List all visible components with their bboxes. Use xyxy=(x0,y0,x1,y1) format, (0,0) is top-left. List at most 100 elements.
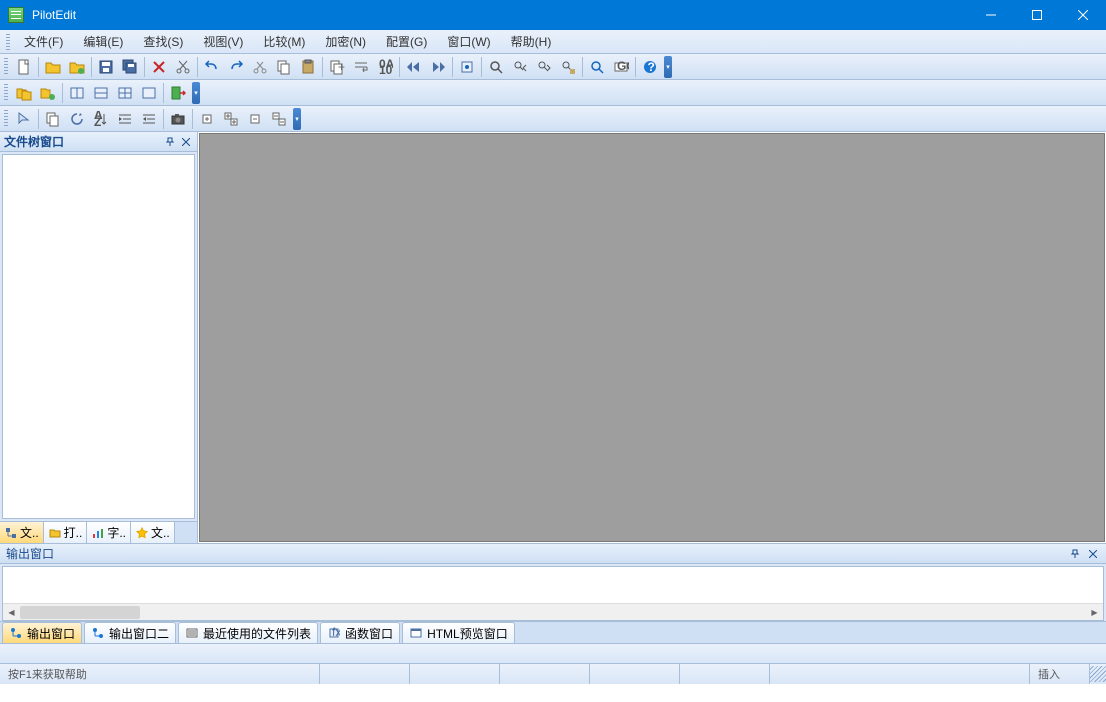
sidebar-tab-0[interactable]: 文.. xyxy=(0,522,44,543)
grip-icon xyxy=(6,34,10,50)
output-tab-3[interactable]: fx函数窗口 xyxy=(320,622,400,643)
expand-button[interactable] xyxy=(196,108,218,130)
tree-icon xyxy=(4,526,18,540)
paste-button[interactable] xyxy=(297,56,319,78)
first-button[interactable] xyxy=(403,56,425,78)
output-tab-2[interactable]: 最近使用的文件列表 xyxy=(178,622,318,643)
wordwrap-button[interactable] xyxy=(350,56,372,78)
sidebar-tab-1[interactable]: 打.. xyxy=(44,522,88,543)
screenshot-button[interactable] xyxy=(167,108,189,130)
sidebar-tab-2[interactable]: 字.. xyxy=(87,522,131,543)
toolbar-overflow[interactable] xyxy=(664,56,672,78)
save-button[interactable] xyxy=(95,56,117,78)
exit-button[interactable] xyxy=(167,82,189,104)
scroll-right-icon[interactable]: ▶ xyxy=(1086,604,1103,621)
sort-button[interactable]: AZ xyxy=(90,108,112,130)
scroll-thumb[interactable] xyxy=(20,606,140,619)
horizontal-scrollbar[interactable]: ◀ ▶ xyxy=(3,603,1103,620)
file-tree-title: 文件树窗口 xyxy=(4,133,161,150)
editor-area[interactable] xyxy=(199,133,1105,542)
output-title: 输出窗口 xyxy=(6,545,1068,562)
split-view4-button[interactable] xyxy=(138,82,160,104)
hint-bar xyxy=(0,643,1106,663)
menu-view[interactable]: 视图(V) xyxy=(193,30,253,53)
compare-merge-button[interactable] xyxy=(37,82,59,104)
file-tree-header: 文件树窗口 xyxy=(0,132,197,152)
cut-button[interactable] xyxy=(172,56,194,78)
expand-all-button[interactable] xyxy=(220,108,242,130)
indent-button[interactable] xyxy=(114,108,136,130)
copy-append-button[interactable]: + xyxy=(326,56,348,78)
help-button[interactable]: ? xyxy=(639,56,661,78)
sidebar-tab-3[interactable]: 文.. xyxy=(131,522,175,543)
delete-button[interactable] xyxy=(148,56,170,78)
collapse-button[interactable] xyxy=(244,108,266,130)
redo-button[interactable] xyxy=(225,56,247,78)
split-view3-button[interactable] xyxy=(114,82,136,104)
select-button[interactable] xyxy=(13,108,35,130)
menu-compare[interactable]: 比较(M) xyxy=(253,30,315,53)
copy-line-button[interactable] xyxy=(42,108,64,130)
find-prev-button[interactable] xyxy=(509,56,531,78)
file-tree-body[interactable] xyxy=(2,154,195,519)
menu-edit[interactable]: 编辑(E) xyxy=(73,30,133,53)
app-icon xyxy=(8,7,24,23)
split-view1-button[interactable] xyxy=(66,82,88,104)
scroll-left-icon[interactable]: ◀ xyxy=(3,604,20,621)
split-view2-button[interactable] xyxy=(90,82,112,104)
menu-config[interactable]: 配置(G) xyxy=(376,30,437,53)
copy-button[interactable] xyxy=(273,56,295,78)
output-icon xyxy=(9,626,23,640)
open-button[interactable] xyxy=(42,56,64,78)
compare-files-button[interactable] xyxy=(13,82,35,104)
output-icon xyxy=(91,626,105,640)
status-cell xyxy=(590,664,680,684)
toolbar-compare xyxy=(0,80,1106,106)
grip-icon xyxy=(4,84,8,102)
menu-encrypt[interactable]: 加密(N) xyxy=(315,30,376,53)
minimize-button[interactable] xyxy=(968,0,1014,30)
replace-button[interactable] xyxy=(557,56,579,78)
hex-button[interactable]: 0A10 xyxy=(374,56,396,78)
open-folder-button[interactable] xyxy=(66,56,88,78)
collapse-all-button[interactable] xyxy=(268,108,290,130)
output-body[interactable]: ◀ ▶ xyxy=(2,566,1104,621)
menu-help[interactable]: 帮助(H) xyxy=(501,30,562,53)
close-panel-icon[interactable] xyxy=(179,135,193,149)
resize-grip-icon[interactable] xyxy=(1090,666,1106,682)
maximize-button[interactable] xyxy=(1014,0,1060,30)
chart-icon xyxy=(91,526,105,540)
menu-find[interactable]: 查找(S) xyxy=(133,30,193,53)
output-tab-0[interactable]: 输出窗口 xyxy=(2,622,82,643)
output-tab-4[interactable]: HTML预览窗口 xyxy=(402,622,515,643)
file-tree-panel: 文件树窗口 文.. 打.. 字.. 文.. xyxy=(0,132,198,543)
find-button[interactable] xyxy=(485,56,507,78)
status-cell xyxy=(500,664,590,684)
status-cell xyxy=(410,664,500,684)
undo-button[interactable] xyxy=(201,56,223,78)
folder-icon xyxy=(48,526,62,540)
cut2-button[interactable] xyxy=(249,56,271,78)
refresh-button[interactable] xyxy=(66,108,88,130)
menu-file[interactable]: 文件(F) xyxy=(14,30,73,53)
goto-button[interactable]: GO xyxy=(610,56,632,78)
close-panel-icon[interactable] xyxy=(1086,550,1100,558)
last-button[interactable] xyxy=(427,56,449,78)
toolbar-overflow[interactable] xyxy=(192,82,200,104)
output-tab-1[interactable]: 输出窗口二 xyxy=(84,622,176,643)
search-button[interactable] xyxy=(586,56,608,78)
main-area: 文件树窗口 文.. 打.. 字.. 文.. xyxy=(0,132,1106,543)
save-all-button[interactable] xyxy=(119,56,141,78)
new-file-button[interactable] xyxy=(13,56,35,78)
outdent-button[interactable] xyxy=(138,108,160,130)
menu-window[interactable]: 窗口(W) xyxy=(437,30,500,53)
svg-text:+: + xyxy=(338,60,345,74)
toolbar-overflow[interactable] xyxy=(293,108,301,130)
find-next-button[interactable] xyxy=(533,56,555,78)
pin-icon[interactable] xyxy=(1068,549,1082,559)
bookmark-button[interactable] xyxy=(456,56,478,78)
pin-icon[interactable] xyxy=(163,135,177,149)
sidebar-tabs: 文.. 打.. 字.. 文.. xyxy=(0,521,197,543)
close-button[interactable] xyxy=(1060,0,1106,30)
output-panel: 输出窗口 ◀ ▶ 输出窗口 输出窗口二 最近使用的文件列表 fx函数窗口 HTM… xyxy=(0,543,1106,643)
